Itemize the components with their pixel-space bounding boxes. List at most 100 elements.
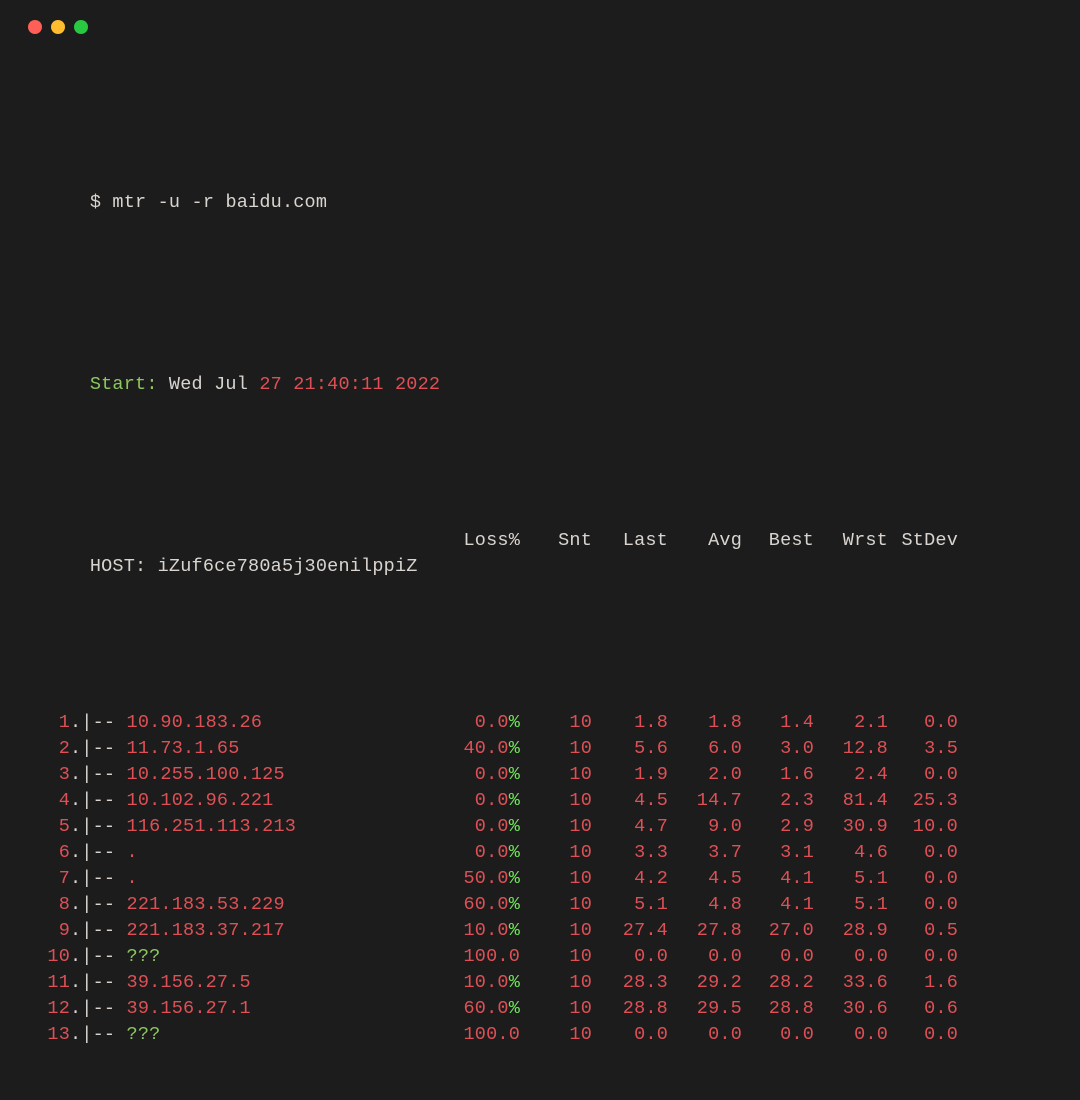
hop-wrst: 5.1 [814,866,888,892]
hop-loss: 60.0% [438,996,520,1022]
hop-snt: 10 [520,814,592,840]
percent-icon: % [509,842,520,863]
hop-avg: 3.7 [668,840,742,866]
hop-loss: 100.0 [438,1022,520,1048]
window-traffic-lights [8,14,1072,60]
hop-loss-value: 10.0 [463,920,508,941]
hop-address: ??? [127,1022,161,1048]
hop-number: 13 [22,1022,70,1048]
hop-avg: 9.0 [668,814,742,840]
hop-number: 8 [22,892,70,918]
hop-snt: 10 [520,944,592,970]
percent-icon: % [509,738,520,759]
hop-best: 2.9 [742,814,814,840]
hop-wrst: 28.9 [814,918,888,944]
start-label: Start: [90,374,158,395]
hop-avg: 1.8 [668,710,742,736]
hop-row: 5.|-- 116.251.113.2130.0%104.79.02.930.9… [22,814,1072,840]
hop-address: 10.102.96.221 [127,788,274,814]
hop-last: 28.3 [592,970,668,996]
hop-best: 4.1 [742,866,814,892]
hop-best: 28.2 [742,970,814,996]
percent-icon: % [509,712,520,733]
hop-loss-value: 60.0 [463,998,508,1019]
hop-stdev: 10.0 [888,814,958,840]
hop-loss-value: 60.0 [463,894,508,915]
hop-avg: 2.0 [668,762,742,788]
header-row: HOST: iZuf6ce780a5j30enilppiZ Loss% Snt … [22,528,1072,606]
start-day: Wed Jul [158,374,248,395]
hop-wrst: 30.9 [814,814,888,840]
hop-number: 10 [22,944,70,970]
hop-stdev: 0.5 [888,918,958,944]
hop-wrst: 0.0 [814,1022,888,1048]
hop-separator: .|-- [70,736,127,762]
start-time: 27 21:40:11 2022 [248,374,440,395]
hop-address: 39.156.27.5 [127,970,251,996]
hop-best: 4.1 [742,892,814,918]
hop-stdev: 0.0 [888,762,958,788]
hop-stdev: 0.0 [888,892,958,918]
percent-icon: % [509,998,520,1019]
col-header-last: Last [592,528,668,606]
hop-loss-value: 0.0 [475,790,509,811]
hop-loss-value: 0.0 [475,712,509,733]
hop-separator: .|-- [70,892,127,918]
hop-best: 3.0 [742,736,814,762]
hop-last: 28.8 [592,996,668,1022]
close-window-button[interactable] [28,20,42,34]
hop-row: 9.|-- 221.183.37.21710.0%1027.427.827.02… [22,918,1072,944]
hop-address: 221.183.37.217 [127,918,285,944]
hop-number: 12 [22,996,70,1022]
col-header-best: Best [742,528,814,606]
hop-address: 39.156.27.1 [127,996,251,1022]
hop-wrst: 33.6 [814,970,888,996]
hop-address: 116.251.113.213 [127,814,297,840]
hop-best: 0.0 [742,944,814,970]
col-header-stdev: StDev [888,528,958,606]
hop-avg: 6.0 [668,736,742,762]
hop-address: ??? [127,944,161,970]
hop-loss: 0.0% [438,788,520,814]
hop-last: 5.6 [592,736,668,762]
command-line: $ mtr -u -r baidu.com [22,164,1072,242]
hop-snt: 10 [520,1022,592,1048]
hop-avg: 14.7 [668,788,742,814]
hop-avg: 4.5 [668,866,742,892]
hop-best: 0.0 [742,1022,814,1048]
hop-loss: 0.0% [438,762,520,788]
hop-row: 12.|-- 39.156.27.160.0%1028.829.528.830.… [22,996,1072,1022]
hop-last: 1.8 [592,710,668,736]
hop-last: 3.3 [592,840,668,866]
hop-separator: .|-- [70,762,127,788]
hop-avg: 0.0 [668,1022,742,1048]
hop-row: 6.|-- .0.0%103.33.73.14.60.0 [22,840,1072,866]
hop-loss: 10.0% [438,918,520,944]
hop-last: 4.2 [592,866,668,892]
hop-address: . [127,840,138,866]
zoom-window-button[interactable] [74,20,88,34]
hop-snt: 10 [520,736,592,762]
percent-icon: % [509,920,520,941]
hop-loss-value: 10.0 [463,972,508,993]
hop-best: 27.0 [742,918,814,944]
col-header-loss: Loss% [438,528,520,606]
hop-number: 5 [22,814,70,840]
hop-row: 13.|-- ???100.0100.00.00.00.00.0 [22,1022,1072,1048]
percent-icon: % [509,764,520,785]
hop-snt: 10 [520,996,592,1022]
hop-row: 1.|-- 10.90.183.260.0%101.81.81.42.10.0 [22,710,1072,736]
hop-wrst: 30.6 [814,996,888,1022]
minimize-window-button[interactable] [51,20,65,34]
hop-loss: 50.0% [438,866,520,892]
start-line: Start: Wed Jul 27 21:40:11 2022 [22,346,1072,424]
hop-separator: .|-- [70,944,127,970]
col-header-snt: Snt [520,528,592,606]
hop-snt: 10 [520,866,592,892]
hop-loss-value: 0.0 [475,816,509,837]
hop-snt: 10 [520,892,592,918]
hop-wrst: 12.8 [814,736,888,762]
hop-stdev: 0.0 [888,944,958,970]
terminal-output: $ mtr -u -r baidu.com Start: Wed Jul 27 … [8,60,1072,1100]
hop-loss: 0.0% [438,814,520,840]
